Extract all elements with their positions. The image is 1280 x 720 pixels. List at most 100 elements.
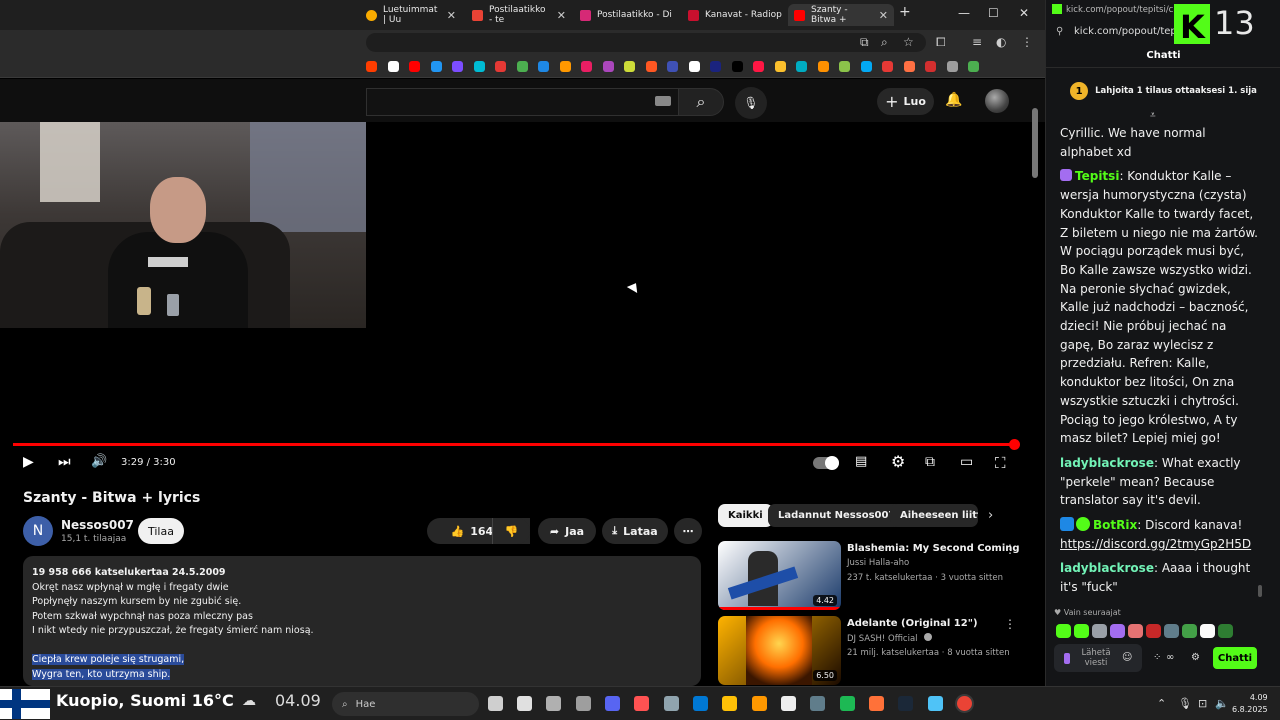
stats-app-icon[interactable] xyxy=(517,696,532,711)
bookmark-favicon-icon[interactable] xyxy=(667,61,678,72)
chrome-icon[interactable] xyxy=(957,696,972,711)
emote-icon[interactable] xyxy=(1146,624,1161,638)
bookmark-favicon-icon[interactable] xyxy=(516,61,528,72)
task-view-icon[interactable] xyxy=(488,696,503,711)
browser-tab-active[interactable]: Szanty - Bitwa + ✕ xyxy=(788,4,894,26)
recommendation-channel[interactable]: DJ SASH! Official xyxy=(847,633,933,644)
chat-input[interactable]: Lähetä viesti ☺ xyxy=(1054,644,1142,672)
extensions-icon[interactable]: ⧠ xyxy=(936,35,946,50)
gift-sub-banner[interactable]: 1 Lahjoita 1 tilaus ottaaksesi 1. sija xyxy=(1046,78,1280,104)
bookmark-favicon-icon[interactable] xyxy=(645,61,657,72)
steam-icon[interactable] xyxy=(898,696,913,711)
bookmark-favicon-icon[interactable] xyxy=(473,61,485,72)
bookmark-favicon-icon[interactable] xyxy=(860,61,872,72)
app-icon[interactable] xyxy=(546,696,561,711)
chevron-right-icon[interactable]: › xyxy=(988,508,993,523)
bookmark-favicon-icon[interactable] xyxy=(581,61,592,72)
notifications-bell-icon[interactable]: 🔔 xyxy=(945,92,962,108)
download-button[interactable]: ⤓ Lataa xyxy=(602,518,668,544)
chat-scrollbar[interactable] xyxy=(1258,585,1262,597)
zoom-icon[interactable]: ⌕ xyxy=(881,35,888,50)
bookmark-favicon-icon[interactable] xyxy=(796,61,807,72)
bookmark-favicon-icon[interactable] xyxy=(624,61,635,72)
bookmark-favicon-icon[interactable] xyxy=(366,61,377,72)
tab-close-icon[interactable]: ✕ xyxy=(557,9,566,22)
bookmark-favicon-icon[interactable] xyxy=(559,61,571,72)
outlook-icon[interactable] xyxy=(693,696,708,711)
browser-tab[interactable]: Postilaatikko - Di xyxy=(574,4,680,26)
channel-name[interactable]: Nessos007 xyxy=(61,518,134,532)
browser-tab[interactable]: Postilaatikko - te ✕ xyxy=(466,4,572,26)
send-chat-button[interactable]: Chatti xyxy=(1213,647,1257,669)
address-bar[interactable] xyxy=(366,33,926,52)
video-player[interactable]: ▶ ⏭ 🔊 3:29 / 3:30 ▤ ⚙ ⧉ ▭ ⛶ xyxy=(0,122,1030,480)
channel-avatar[interactable]: N xyxy=(23,516,53,546)
tab-close-icon[interactable]: ✕ xyxy=(447,9,456,22)
emoji-icon[interactable]: ☺ xyxy=(1122,653,1132,663)
bookmark-favicon-icon[interactable] xyxy=(688,61,700,72)
app-icon[interactable] xyxy=(752,696,767,711)
bookmark-favicon-icon[interactable] xyxy=(882,61,893,72)
bookmark-favicon-icon[interactable] xyxy=(538,61,549,72)
emote-picker-icon[interactable]: ⁘ xyxy=(1153,652,1161,663)
chat-username[interactable]: ladyblackrose xyxy=(1060,456,1154,470)
bookmark-favicon-icon[interactable] xyxy=(774,61,786,72)
emote-icon[interactable] xyxy=(1164,624,1179,638)
discord-link[interactable]: https://discord.gg/2tmyGp2H5D xyxy=(1060,537,1251,551)
app-icon[interactable] xyxy=(781,696,796,711)
fullscreen-icon[interactable]: ⛶ xyxy=(995,454,1006,472)
tray-chevron-up-icon[interactable]: ⌃ xyxy=(1157,697,1166,710)
theater-mode-icon[interactable]: ▭ xyxy=(960,454,973,470)
tab-close-icon[interactable]: ✕ xyxy=(879,9,888,22)
recommendation-thumbnail[interactable]: 4.42 xyxy=(718,541,841,610)
more-actions-button[interactable]: ⋯ xyxy=(674,518,702,544)
app-icon[interactable] xyxy=(576,696,591,711)
microphone-icon[interactable]: 🎙 xyxy=(1178,697,1192,710)
bookmark-star-icon[interactable]: ☆ xyxy=(903,35,914,49)
chip-from-channel[interactable]: Ladannut Nessos007 xyxy=(768,504,906,527)
taskbar-clock[interactable]: 4.09 6.8.2025 xyxy=(1232,692,1268,716)
emote-icon[interactable] xyxy=(1218,624,1233,638)
keyboard-icon[interactable] xyxy=(655,96,671,106)
bookmark-favicon-icon[interactable] xyxy=(430,61,442,72)
description-box[interactable]: 19 958 666 katselukertaa 24.5.2009 Okręt… xyxy=(23,556,701,686)
speaker-icon[interactable]: 🔈 xyxy=(1215,697,1229,710)
chat-settings-icon[interactable]: ⚙ xyxy=(1191,652,1200,663)
more-vertical-icon[interactable]: ⋮ xyxy=(1004,542,1016,556)
profile-icon[interactable]: ◐ xyxy=(996,35,1006,49)
bookmark-favicon-icon[interactable] xyxy=(968,61,979,72)
discord-icon[interactable] xyxy=(605,696,620,711)
page-scrollbar[interactable] xyxy=(1032,108,1038,178)
bookmark-favicon-icon[interactable] xyxy=(495,61,506,72)
account-avatar[interactable] xyxy=(985,89,1009,113)
taskbar-search[interactable]: ⌕ Hae xyxy=(332,692,479,716)
bookmark-favicon-icon[interactable] xyxy=(839,61,850,72)
play-icon[interactable]: ▶ xyxy=(23,454,34,470)
emote-icon[interactable] xyxy=(1110,624,1125,638)
settings-app-icon[interactable] xyxy=(664,696,679,711)
chip-related[interactable]: Aiheeseen liitty xyxy=(890,504,978,527)
bookmark-favicon-icon[interactable] xyxy=(753,61,764,72)
expand-pinned-icon[interactable]: ⩡ xyxy=(1150,110,1156,121)
subtitles-icon[interactable]: ▤ xyxy=(855,454,867,469)
subscribe-button[interactable]: Tilaa xyxy=(138,518,184,544)
app-icon[interactable] xyxy=(928,696,943,711)
emote-icon[interactable] xyxy=(1092,624,1107,638)
progress-bar[interactable] xyxy=(13,439,1020,450)
bookmark-favicon-icon[interactable] xyxy=(387,61,399,72)
bookmark-favicon-icon[interactable] xyxy=(731,61,743,72)
browser-tab[interactable]: Luetuimmat | Uu ✕ xyxy=(360,4,462,26)
network-icon[interactable]: ⊡ xyxy=(1198,697,1207,710)
emote-icon[interactable] xyxy=(1128,624,1143,638)
recommendation-title[interactable]: Adelante (Original 12") xyxy=(847,618,978,629)
bookmark-favicon-icon[interactable] xyxy=(602,61,614,72)
bookmark-favicon-icon[interactable] xyxy=(817,61,829,72)
chat-username[interactable]: Tepitsi xyxy=(1075,169,1119,183)
minimize-button[interactable]: — xyxy=(958,6,970,20)
more-vertical-icon[interactable]: ⋮ xyxy=(1004,617,1016,631)
recommendation-thumbnail[interactable]: 6.50 xyxy=(718,616,841,685)
chat-username[interactable]: BotRix xyxy=(1093,518,1137,532)
share-button[interactable]: ➦ Jaa xyxy=(538,518,596,544)
weather-widget[interactable]: Kuopio, Suomi 16°C xyxy=(56,691,234,710)
spotify-icon[interactable] xyxy=(840,696,855,711)
